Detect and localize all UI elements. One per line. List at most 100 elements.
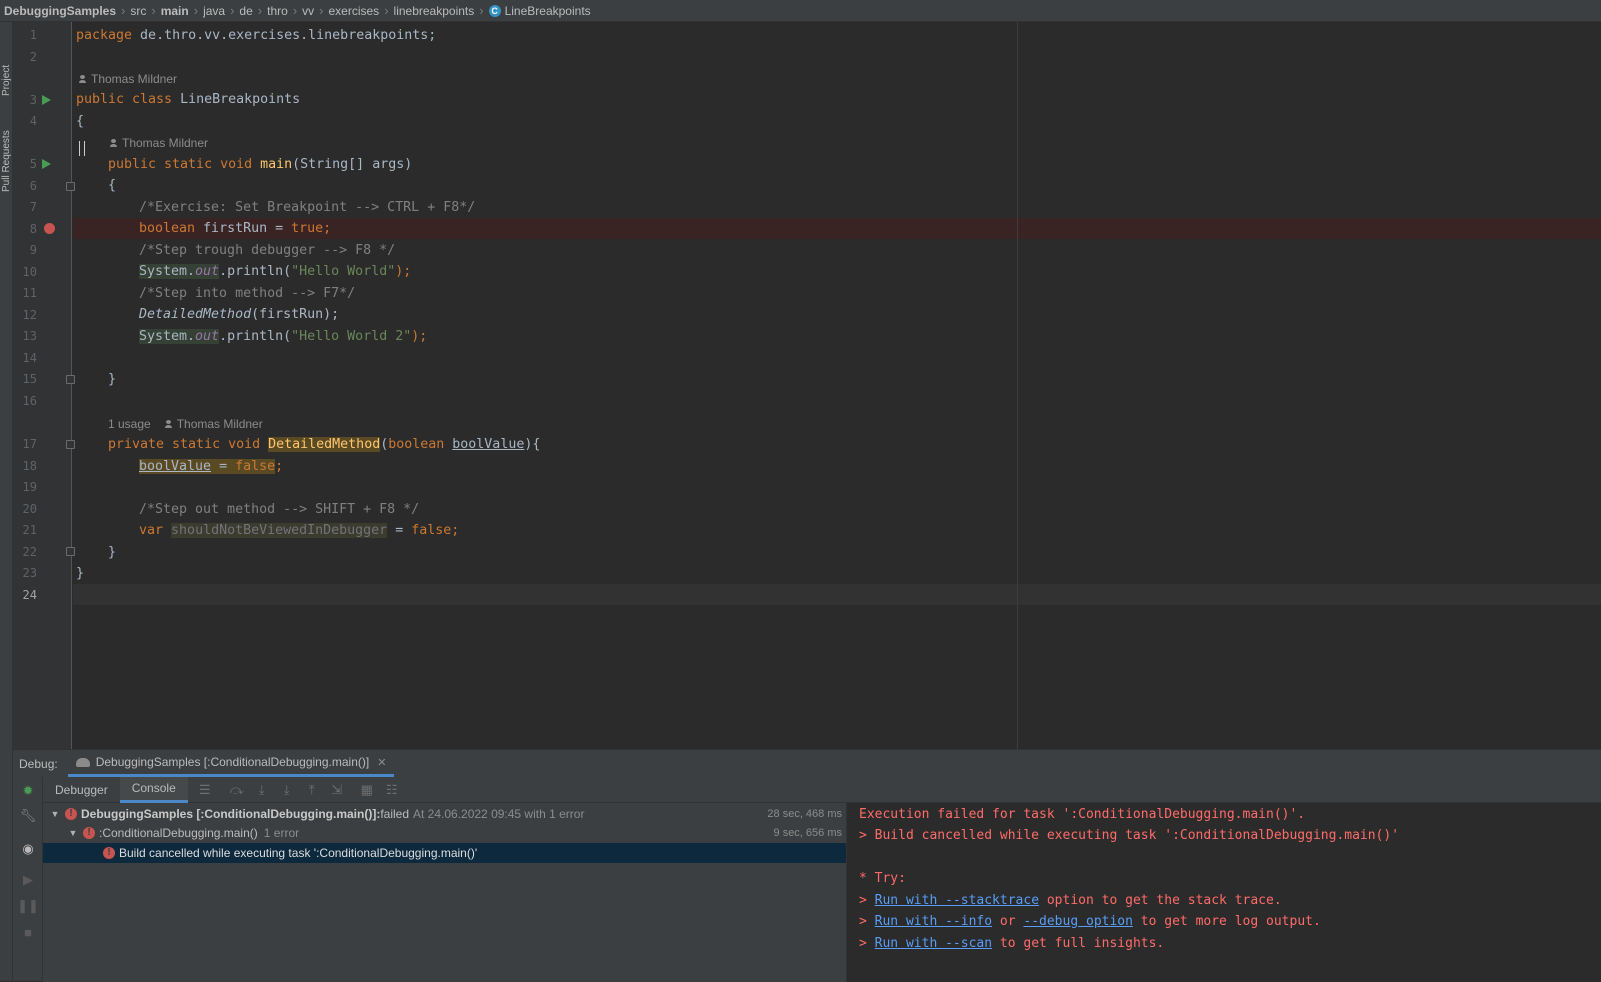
code-editor[interactable]: 1 2 3 4 5 6 7 8 9 10 11 12 13 14 15 16 1…: [13, 22, 1601, 763]
code-token: LineBreakpoints: [172, 92, 301, 107]
tree-row-task[interactable]: ▼ ! :ConditionalDebugging.main() 1 error…: [43, 823, 846, 843]
debug-option-link[interactable]: --debug option: [1023, 914, 1133, 929]
run-class-icon[interactable]: [42, 95, 51, 105]
breadcrumb-class[interactable]: LineBreakpoints: [505, 4, 591, 18]
code-token: /*Exercise: Set Breakpoint --> CTRL + F8…: [139, 200, 476, 215]
code-line-12: DetailedMethod(firstRun);: [139, 304, 339, 325]
fold-icon[interactable]: [66, 440, 75, 449]
run-main-icon[interactable]: [42, 159, 51, 169]
code-token: DetailedMethod: [268, 437, 381, 452]
debug-title-bar: Debug: DebuggingSamples [:ConditionalDeb…: [13, 750, 1601, 777]
usages-hint[interactable]: 1 usage Thomas Mildner: [108, 417, 263, 431]
code-line-6: {: [108, 175, 116, 196]
breadcrumb-vv[interactable]: vv: [302, 4, 314, 18]
line-number: 20: [22, 502, 37, 516]
resume-icon[interactable]: ▶: [21, 872, 35, 887]
eye-icon[interactable]: ◉: [21, 841, 35, 856]
editor-gutter[interactable]: 1 2 3 4 5 6 7 8 9 10 11 12 13 14 15 16 1…: [13, 22, 75, 763]
line-number: 16: [22, 394, 37, 408]
code-token: private static void: [108, 437, 261, 452]
tree-row-root[interactable]: ▼ ! DebuggingSamples [:ConditionalDebugg…: [43, 804, 846, 824]
code-token: var: [139, 523, 164, 538]
force-step-into-icon[interactable]: ⤓: [279, 782, 295, 798]
chevron-down-icon[interactable]: ▼: [49, 809, 61, 819]
step-into-icon[interactable]: ⤓: [254, 782, 270, 798]
console-text: or: [992, 914, 1024, 929]
breadcrumb-separator-icon: ›: [257, 3, 263, 18]
line-number: 5: [29, 157, 37, 171]
line-number: 22: [22, 545, 37, 559]
pull-requests-tool-tab[interactable]: Pull Requests: [0, 106, 13, 192]
code-token: }: [108, 545, 117, 560]
code-token: out: [195, 329, 220, 344]
breakpoint-icon[interactable]: [44, 223, 55, 234]
breadcrumb-exercises[interactable]: exercises: [329, 4, 380, 18]
error-icon: !: [83, 827, 95, 839]
project-tool-tab[interactable]: Project: [0, 32, 13, 96]
author-hint[interactable]: Thomas Mildner: [79, 72, 177, 86]
code-token: }: [76, 566, 85, 581]
tab-debugger[interactable]: Debugger: [43, 777, 120, 803]
breadcrumb-thro[interactable]: thro: [267, 4, 288, 18]
code-token: {: [108, 178, 117, 193]
console-prompt: >: [859, 914, 875, 929]
console-output[interactable]: Execution failed for task ':ConditionalD…: [846, 803, 1601, 982]
line-number: 10: [22, 265, 37, 279]
bug-icon[interactable]: ✹: [21, 783, 35, 798]
code-token: boolValue: [452, 437, 525, 452]
code-token: "Hello World 2": [291, 329, 412, 344]
code-token: firstRun =: [195, 221, 292, 236]
trace-settings-icon[interactable]: ☷: [384, 782, 400, 798]
console-text: to get full insights.: [992, 936, 1165, 951]
debug-session-tab[interactable]: DebuggingSamples [:ConditionalDebugging.…: [67, 750, 395, 777]
debug-side-toolbar: ✹ 🔧︎ ◉ ▶ ❚❚ ■: [13, 777, 43, 982]
error-icon: !: [65, 808, 77, 820]
error-message: Build cancelled while executing task ':C…: [119, 846, 478, 860]
stop-icon[interactable]: ■: [21, 925, 35, 940]
step-out-icon[interactable]: ⤒: [304, 782, 320, 798]
breadcrumb-src[interactable]: src: [130, 4, 146, 18]
close-icon[interactable]: ✕: [377, 756, 386, 769]
fold-icon[interactable]: [66, 375, 75, 384]
build-output-tree[interactable]: ▼ ! DebuggingSamples [:ConditionalDebugg…: [43, 803, 846, 982]
fold-icon[interactable]: [66, 547, 75, 556]
code-token: System.out: [139, 264, 220, 279]
info-link[interactable]: Run with --info: [875, 914, 992, 929]
code-line-15: }: [108, 369, 116, 390]
text-cursor-icon: [79, 141, 85, 156]
code-token: public class: [76, 92, 173, 107]
scan-link[interactable]: Run with --scan: [875, 936, 992, 951]
run-to-cursor-icon[interactable]: ⇲: [329, 782, 345, 798]
evaluate-expression-icon[interactable]: ▦: [359, 782, 375, 798]
code-line-13: System.out.println("Hello World 2");: [139, 326, 427, 347]
step-over-icon[interactable]: ⤼: [229, 782, 245, 798]
gradle-elephant-icon: [75, 757, 90, 767]
breadcrumb-separator-icon: ›: [479, 3, 484, 18]
breadcrumb-separator-icon: ›: [292, 3, 298, 18]
pause-icon[interactable]: ❚❚: [17, 898, 39, 913]
error-icon: !: [103, 847, 115, 859]
breadcrumb-de[interactable]: de: [239, 4, 252, 18]
line-number: 23: [22, 566, 37, 580]
tab-console[interactable]: Console: [119, 776, 188, 803]
code-token: boolean: [139, 221, 196, 236]
code-token: System.: [139, 264, 196, 279]
code-token: =: [387, 523, 412, 538]
menu-icon[interactable]: ☰: [197, 782, 213, 798]
tree-row-error[interactable]: ! Build cancelled while executing task '…: [43, 843, 846, 863]
code-token: System.: [139, 329, 196, 344]
author-hint[interactable]: Thomas Mildner: [110, 136, 208, 150]
stacktrace-link[interactable]: Run with --stacktrace: [875, 893, 1039, 908]
fold-icon[interactable]: [66, 182, 75, 191]
breadcrumb-main[interactable]: main: [161, 4, 189, 18]
console-line: * Try:: [859, 871, 906, 886]
left-tool-stripe: Project Pull Requests: [0, 22, 13, 981]
chevron-down-icon[interactable]: ▼: [67, 828, 79, 838]
debug-tool-window: Debug: DebuggingSamples [:ConditionalDeb…: [13, 749, 1601, 982]
breadcrumb-linebreakpoints[interactable]: linebreakpoints: [394, 4, 475, 18]
code-token: false: [235, 459, 276, 474]
breadcrumb-project[interactable]: DebuggingSamples: [4, 4, 116, 18]
code-token: }: [108, 372, 117, 387]
breadcrumb-java[interactable]: java: [203, 4, 225, 18]
wrench-icon[interactable]: 🔧︎: [20, 808, 37, 823]
